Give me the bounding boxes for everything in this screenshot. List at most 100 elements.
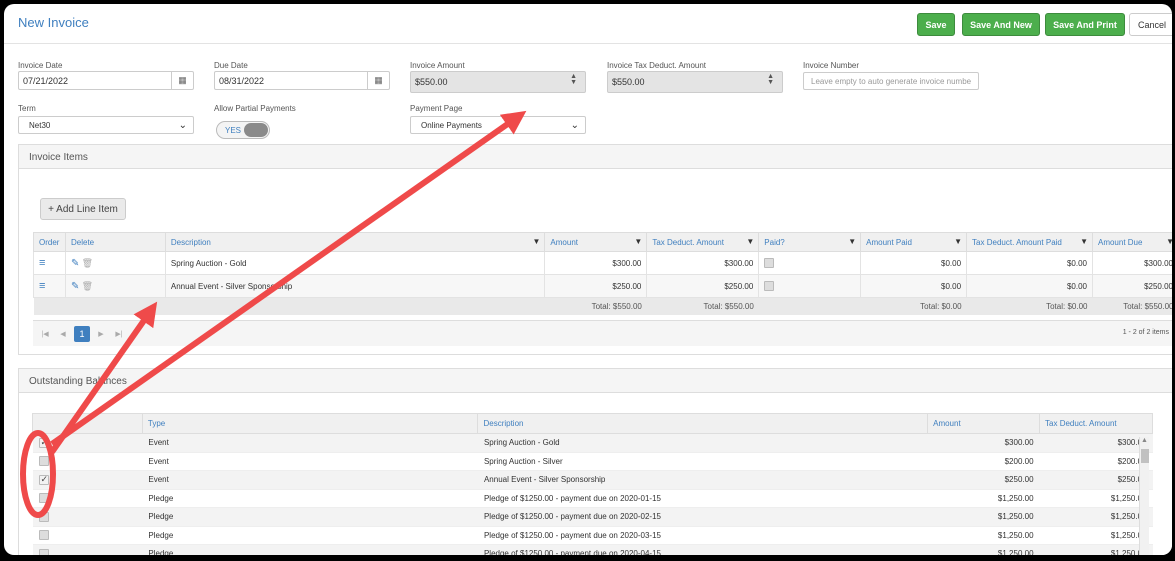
prev-page-icon[interactable]: ◀ — [55, 326, 71, 342]
filter-icon[interactable]: ▼ — [848, 237, 856, 246]
amount-due-cell: $300.00 — [1091, 251, 1172, 275]
add-line-item-button[interactable]: + Add Line Item — [40, 198, 126, 220]
table-row[interactable]: Pledge Pledge of $1250.00 - payment due … — [32, 489, 1153, 508]
total-amount-due: Total: $550.00 — [1092, 297, 1172, 315]
term-label: Term — [18, 104, 36, 113]
save-and-print-button[interactable]: Save And Print — [1045, 13, 1125, 36]
paid-checkbox[interactable] — [764, 281, 775, 291]
scroll-thumb[interactable] — [1141, 449, 1149, 463]
calendar-icon[interactable]: ▦ — [367, 72, 389, 89]
type-cell: Event — [142, 470, 478, 490]
col-amount-due[interactable]: Amount Due▼ — [1091, 232, 1172, 252]
invoice-date-field[interactable]: 07/21/2022 ▦ — [18, 71, 194, 90]
table-row: ≡ ✎ 🗑 Annual Event - Silver Sponsorship … — [33, 274, 1172, 298]
term-value: Net30 — [29, 120, 51, 130]
tax-cell[interactable]: $300.00 — [646, 251, 760, 275]
tax-paid-cell: $0.00 — [966, 251, 1093, 275]
filter-icon[interactable]: ▼ — [634, 237, 642, 246]
description-cell: Pledge of $1250.00 - payment due on 2020… — [477, 526, 928, 545]
cancel-button[interactable]: Cancel — [1129, 13, 1172, 36]
select-cell — [32, 544, 143, 555]
table-header-row: Type Description Amount Tax Deduct. Amou… — [32, 413, 1153, 434]
row-checkbox[interactable] — [38, 493, 49, 504]
tax-amount-field[interactable]: $550.00 ▲ ▼ — [607, 71, 783, 93]
col-amount[interactable]: Amount — [927, 413, 1041, 434]
type-cell: Event — [142, 433, 478, 453]
filter-icon[interactable]: ▼ — [746, 237, 754, 246]
row-checkbox[interactable] — [38, 437, 49, 448]
paid-checkbox[interactable] — [764, 258, 775, 268]
term-select[interactable]: Net30 ⌄ — [18, 116, 194, 134]
col-order[interactable]: Order — [33, 232, 66, 252]
col-amount[interactable]: Amount ▼ — [544, 232, 648, 252]
amount-cell: $250.00 — [927, 470, 1040, 490]
first-page-icon[interactable]: |◀ — [37, 326, 53, 342]
delete-cell: ✎ 🗑 — [64, 274, 166, 298]
table-row[interactable]: Pledge Pledge of $1250.00 - payment due … — [32, 544, 1153, 555]
chevron-down-icon: ⌄ — [570, 120, 579, 131]
payment-page-select[interactable]: Online Payments ⌄ — [410, 116, 586, 134]
items-pager: |◀ ◀ 1 ▶ ▶| 1 - 2 of 2 items — [33, 320, 1172, 346]
amount-cell[interactable]: $250.00 — [544, 274, 648, 298]
edit-icon[interactable]: ✎ — [71, 258, 79, 269]
table-row[interactable]: Event Spring Auction - Gold $300.00 $300… — [32, 433, 1153, 453]
partial-payments-toggle[interactable]: YES — [216, 121, 270, 139]
table-row[interactable]: Event Annual Event - Silver Sponsorship … — [32, 470, 1153, 490]
filter-icon[interactable]: ▼ — [1080, 237, 1088, 246]
last-page-icon[interactable]: ▶| — [111, 326, 127, 342]
col-delete[interactable]: Delete — [64, 232, 166, 252]
description-cell[interactable]: Spring Auction - Gold — [164, 251, 546, 275]
drag-handle-icon[interactable]: ≡ — [39, 280, 45, 292]
col-tax-amount[interactable]: Tax Deduct. Amount ▼ — [646, 232, 760, 252]
next-page-icon[interactable]: ▶ — [93, 326, 109, 342]
row-checkbox[interactable] — [38, 474, 49, 485]
col-paid[interactable]: Paid? ▼ — [758, 232, 862, 252]
col-tax-paid[interactable]: Tax Deduct. Amount Paid ▼ — [966, 232, 1093, 252]
filter-icon[interactable]: ▼ — [533, 237, 541, 246]
col-select[interactable] — [32, 413, 143, 434]
trash-icon[interactable]: 🗑 — [82, 258, 93, 268]
tax-cell: $1,250.00 — [1039, 544, 1153, 555]
invoice-number-input[interactable]: Leave empty to auto generate invoice num… — [803, 72, 979, 90]
tax-paid-cell: $0.00 — [966, 274, 1093, 298]
row-checkbox[interactable] — [38, 530, 49, 541]
balances-scrollbar[interactable]: ▲ — [1139, 437, 1149, 555]
due-date-field[interactable]: 08/31/2022 ▦ — [214, 71, 390, 90]
trash-icon[interactable]: 🗑 — [82, 281, 93, 291]
table-row[interactable]: Event Spring Auction - Silver $200.00 $2… — [32, 452, 1153, 471]
table-row[interactable]: Pledge Pledge of $1250.00 - payment due … — [32, 526, 1153, 545]
col-type[interactable]: Type — [141, 413, 479, 434]
select-cell — [32, 452, 143, 471]
spinner-icon[interactable]: ▲ ▼ — [767, 73, 774, 86]
description-cell: Spring Auction - Gold — [477, 433, 928, 453]
invoice-items-table: Order Delete Description ▼ Amount ▼ Tax De… — [33, 232, 1172, 315]
calendar-icon[interactable]: ▦ — [171, 72, 193, 89]
drag-handle-icon[interactable]: ≡ — [39, 257, 45, 269]
tax-cell: $300.00 — [1039, 433, 1153, 453]
toggle-yes-label: YES — [225, 126, 242, 135]
filter-icon[interactable]: ▼ — [954, 237, 962, 246]
save-button[interactable]: Save — [917, 13, 955, 36]
type-cell: Event — [142, 452, 478, 471]
col-description[interactable]: Description ▼ — [164, 232, 546, 252]
payment-page-value: Online Payments — [421, 120, 482, 130]
due-date-label: Due Date — [214, 61, 248, 70]
row-checkbox[interactable] — [38, 548, 49, 555]
row-checkbox[interactable] — [38, 456, 49, 467]
invoice-amount-field[interactable]: $550.00 ▲ ▼ — [410, 71, 586, 93]
scroll-up-icon[interactable]: ▲ — [1141, 437, 1148, 444]
amount-cell[interactable]: $300.00 — [544, 251, 648, 275]
col-description[interactable]: Description — [477, 413, 929, 434]
table-row: ≡ ✎ 🗑 Spring Auction - Gold $300.00 $300… — [33, 251, 1172, 275]
description-cell[interactable]: Annual Event - Silver Sponsorship — [164, 274, 546, 298]
col-tax-amount[interactable]: Tax Deduct. Amount — [1039, 413, 1153, 434]
save-and-new-button[interactable]: Save And New — [962, 13, 1040, 36]
spinner-icon[interactable]: ▲ ▼ — [570, 73, 577, 86]
edit-icon[interactable]: ✎ — [71, 281, 79, 292]
page-number-button[interactable]: 1 — [74, 326, 90, 342]
tax-cell[interactable]: $250.00 — [646, 274, 760, 298]
row-checkbox[interactable] — [38, 511, 49, 522]
table-row[interactable]: Pledge Pledge of $1250.00 - payment due … — [32, 507, 1153, 527]
filter-icon[interactable]: ▼ — [1166, 237, 1172, 246]
col-amount-paid[interactable]: Amount Paid ▼ — [860, 232, 968, 252]
